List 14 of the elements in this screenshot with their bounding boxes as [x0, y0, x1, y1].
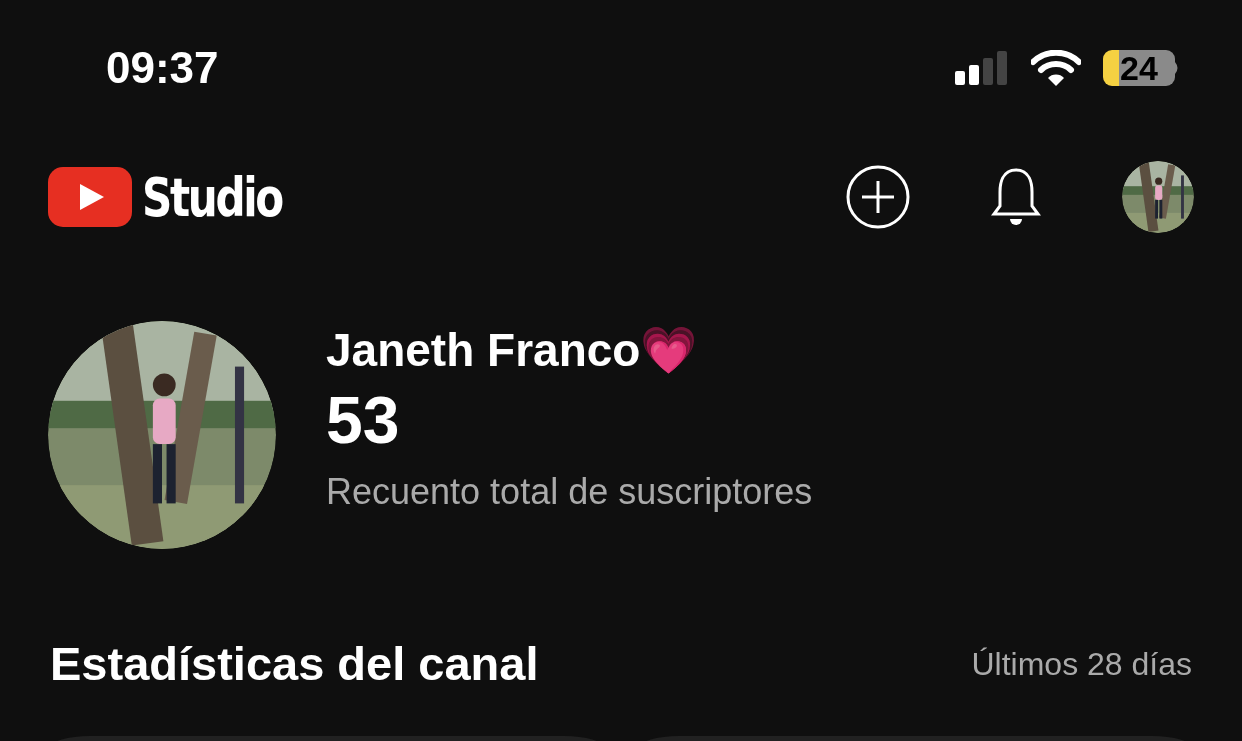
signal-icon	[955, 50, 1009, 85]
battery-indicator: 24	[1103, 49, 1175, 86]
subscriber-label: Recuento total de suscriptores	[326, 469, 813, 514]
notifications-icon[interactable]	[990, 166, 1042, 228]
logo-text: Studio	[142, 164, 282, 231]
subscriber-count: 53	[326, 384, 401, 457]
play-logo-icon	[48, 167, 132, 227]
clock-time: 09:37	[106, 41, 219, 94]
section-title: Estadísticas del canal	[50, 636, 539, 692]
channel-name: Janeth Franco💗	[326, 323, 699, 378]
wifi-icon	[1031, 49, 1081, 86]
create-button[interactable]	[846, 165, 910, 229]
battery-tip-icon	[1175, 61, 1180, 74]
period-label: Últimos 28 días	[971, 645, 1192, 685]
